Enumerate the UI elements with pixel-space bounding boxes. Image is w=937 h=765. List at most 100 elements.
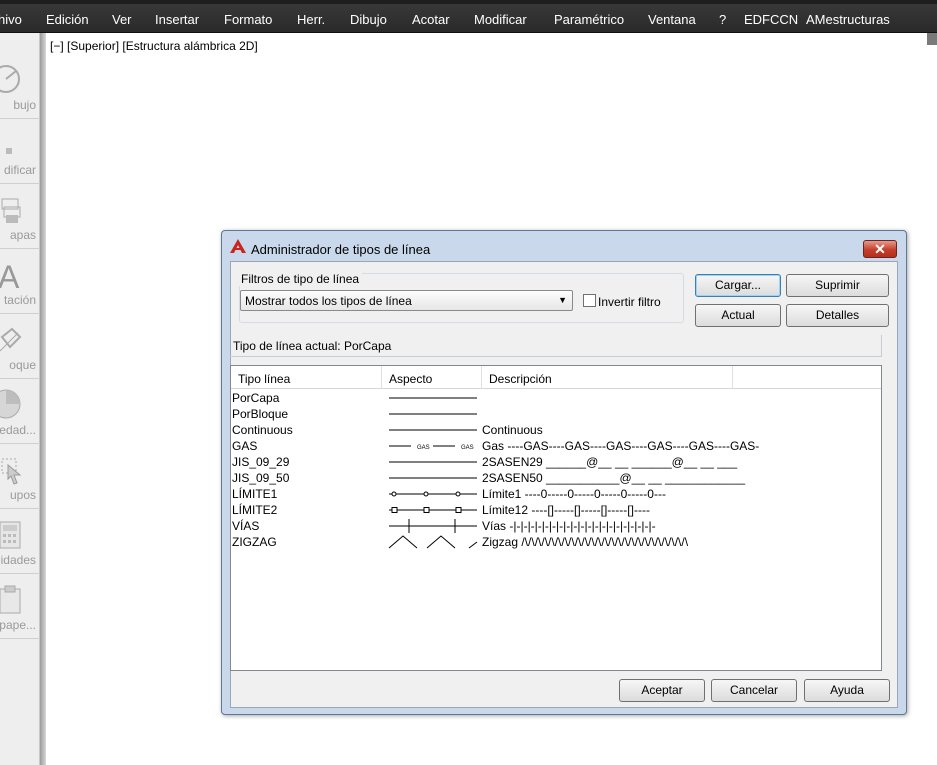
ribbon-clipboard[interactable]: tpape... <box>0 575 40 639</box>
linetype-appearance-preview <box>389 519 477 533</box>
linetype-row[interactable]: JIS_09_50 2SASEN50 ___________@__ __ ____… <box>231 470 881 486</box>
linetype-appearance-preview <box>389 413 477 415</box>
linetype-name: GAS <box>232 439 258 453</box>
column-header-description[interactable]: Descripción <box>482 366 733 389</box>
menu-archivo[interactable]: hivo <box>0 0 22 32</box>
linetype-appearance-preview <box>389 397 477 399</box>
menu-parametrico[interactable]: Paramétrico <box>554 0 624 32</box>
linetype-description: 2SASEN29 ______@__ __ ______@__ __ ___ <box>482 455 738 469</box>
linetype-appearance-preview <box>389 491 477 497</box>
linetype-filter-select[interactable]: Mostrar todos los tipos de línea ▼ <box>240 290 573 311</box>
menu-edicion[interactable]: Edición <box>46 0 89 32</box>
linetype-row[interactable]: GAS GAS GAS Gas ----GAS----GAS----GAS----GA… <box>231 438 881 454</box>
close-button[interactable]: ✕ <box>863 240 897 258</box>
ribbon-label: oque <box>9 358 36 372</box>
menu-help[interactable]: ? <box>719 0 726 32</box>
linetype-name: LÍMITE1 <box>232 487 278 501</box>
linetype-name: Continuous <box>232 423 293 437</box>
annotation-icon: A <box>0 259 20 290</box>
details-button[interactable]: Detalles <box>786 304 889 327</box>
ribbon-block[interactable]: oque <box>0 315 40 379</box>
linetype-description: Límite1 ----0-----0-----0-----0-----0--- <box>482 487 666 501</box>
ribbon-modify[interactable]: dificar <box>0 120 40 184</box>
linetype-description: Zigzag /\/\/\/\/\/\/\/\/\/\/\/\/\/\/\/\/… <box>482 535 689 549</box>
menu-modificar[interactable]: Modificar <box>474 0 527 32</box>
ribbon-layers[interactable]: apas <box>0 185 40 249</box>
gas-mark-label: GAS <box>461 445 474 451</box>
linetype-list[interactable]: Tipo línea Aspecto Descripción PorCapa Po… <box>230 365 882 671</box>
draw-icon <box>0 65 20 93</box>
current-button[interactable]: Actual <box>695 304 781 327</box>
ribbon-groups[interactable]: upos <box>0 445 40 509</box>
invert-filter-checkbox[interactable] <box>583 294 596 307</box>
list-header: Tipo línea Aspecto Descripción <box>231 366 881 389</box>
linetype-appearance-preview <box>388 535 478 549</box>
menu-ventana[interactable]: Ventana <box>648 0 696 32</box>
chevron-down-icon: ▼ <box>558 295 567 305</box>
groups-icon <box>1 458 22 485</box>
ribbon-label: tpape... <box>0 618 36 632</box>
linetype-row[interactable]: LÍMITE2 Límite12 ----[]-----[]-----[]----… <box>231 502 881 518</box>
linetype-row[interactable]: LÍMITE1 Límite1 ----0-----0-----0-----0--… <box>231 486 881 502</box>
dialog-title: Administrador de tipos de línea <box>251 242 431 257</box>
menu-herr[interactable]: Herr. <box>297 0 325 32</box>
ribbon-label: idades <box>0 553 36 567</box>
linetype-appearance-preview <box>389 429 477 431</box>
autocad-logo-icon <box>230 239 246 253</box>
load-button[interactable]: Cargar... <box>695 274 781 297</box>
invert-filter-label[interactable]: Invertir filtro <box>598 295 661 309</box>
linetype-row[interactable]: PorBloque <box>231 406 881 422</box>
left-ribbon-panel: bujo dificar apas A tación oque iedad...… <box>0 33 40 765</box>
menu-formato[interactable]: Formato <box>224 0 272 32</box>
panel-divider <box>40 33 46 765</box>
accept-button[interactable]: Aceptar <box>619 679 705 702</box>
filters-legend: Filtros de tipo de línea <box>238 272 363 286</box>
linetype-appearance-preview <box>389 477 477 479</box>
linetype-name: LÍMITE2 <box>232 503 278 517</box>
cancel-button[interactable]: Cancelar <box>711 679 797 702</box>
menu-dibujo[interactable]: Dibujo <box>350 0 387 32</box>
linetype-description: Límite12 ----[]-----[]-----[]-----[]---- <box>482 503 650 517</box>
ribbon-annotation[interactable]: A tación <box>0 250 40 314</box>
linetype-row[interactable]: ZIGZAG Zigzag /\/\/\/\/\/\/\/\/\/\/\/\/\/… <box>231 534 881 550</box>
help-button[interactable]: Ayuda <box>804 679 890 702</box>
linetype-row[interactable]: Continuous Continuous <box>231 422 881 438</box>
ribbon-label: tación <box>3 293 36 307</box>
linetype-description: Continuous <box>482 423 543 437</box>
menu-edfccn[interactable]: EDFCCN <box>744 0 798 32</box>
linetype-appearance-preview: GAS GAS <box>389 445 474 451</box>
linetype-row[interactable]: PorCapa <box>231 390 881 406</box>
current-linetype-label: Tipo de línea actual: PorCapa <box>233 339 392 353</box>
ribbon-properties[interactable]: iedad... <box>0 380 40 444</box>
svg-text:A: A <box>0 259 20 290</box>
viewport-controls-label[interactable]: [−] [Superior] [Estructura alámbrica 2D] <box>50 39 258 53</box>
linetype-name: PorBloque <box>232 407 289 421</box>
menu-amestructuras[interactable]: AMestructuras <box>806 0 890 32</box>
linetype-manager-dialog: Administrador de tipos de línea ✕ Filtro… <box>221 230 907 715</box>
linetype-name: JIS_09_29 <box>232 455 290 469</box>
linetype-name: ZIGZAG <box>232 535 277 549</box>
menu-bar: hivo Edición Ver Insertar Formato Herr. … <box>0 0 937 33</box>
linetype-row[interactable]: VÍAS Vías -|-|-|-|-|-|-|-|-|-|-|-|-|-|-|-… <box>231 518 881 534</box>
linetype-row[interactable]: JIS_09_29 2SASEN29 ______@__ __ ______@__… <box>231 454 881 470</box>
column-header-linetype[interactable]: Tipo línea <box>231 366 382 389</box>
menu-acotar[interactable]: Acotar <box>412 0 450 32</box>
linetype-description: 2SASEN50 ___________@__ __ ____________ <box>482 471 746 485</box>
ribbon-label: iedad... <box>0 423 36 437</box>
column-header-appearance[interactable]: Aspecto <box>382 366 482 389</box>
close-icon: ✕ <box>874 241 886 257</box>
delete-button[interactable]: Suprimir <box>786 274 889 297</box>
block-icon <box>0 327 22 352</box>
menu-insertar[interactable]: Insertar <box>155 0 199 32</box>
linetype-description: Vías -|-|-|-|-|-|-|-|-|-|-|-|-|-|-|-|-|-… <box>482 519 656 533</box>
menu-ver[interactable]: Ver <box>112 0 132 32</box>
dialog-titlebar[interactable]: Administrador de tipos de línea ✕ <box>222 231 906 261</box>
linetype-appearance-preview <box>389 461 477 463</box>
ribbon-draw[interactable]: bujo <box>0 55 40 119</box>
linetype-name: JIS_09_50 <box>232 471 290 485</box>
linetype-name: VÍAS <box>232 519 260 533</box>
ribbon-utilities[interactable]: idades <box>0 510 40 574</box>
window-control-edge <box>927 33 937 45</box>
linetype-appearance-preview <box>389 507 477 513</box>
filter-selected-value: Mostrar todos los tipos de línea <box>245 294 412 308</box>
